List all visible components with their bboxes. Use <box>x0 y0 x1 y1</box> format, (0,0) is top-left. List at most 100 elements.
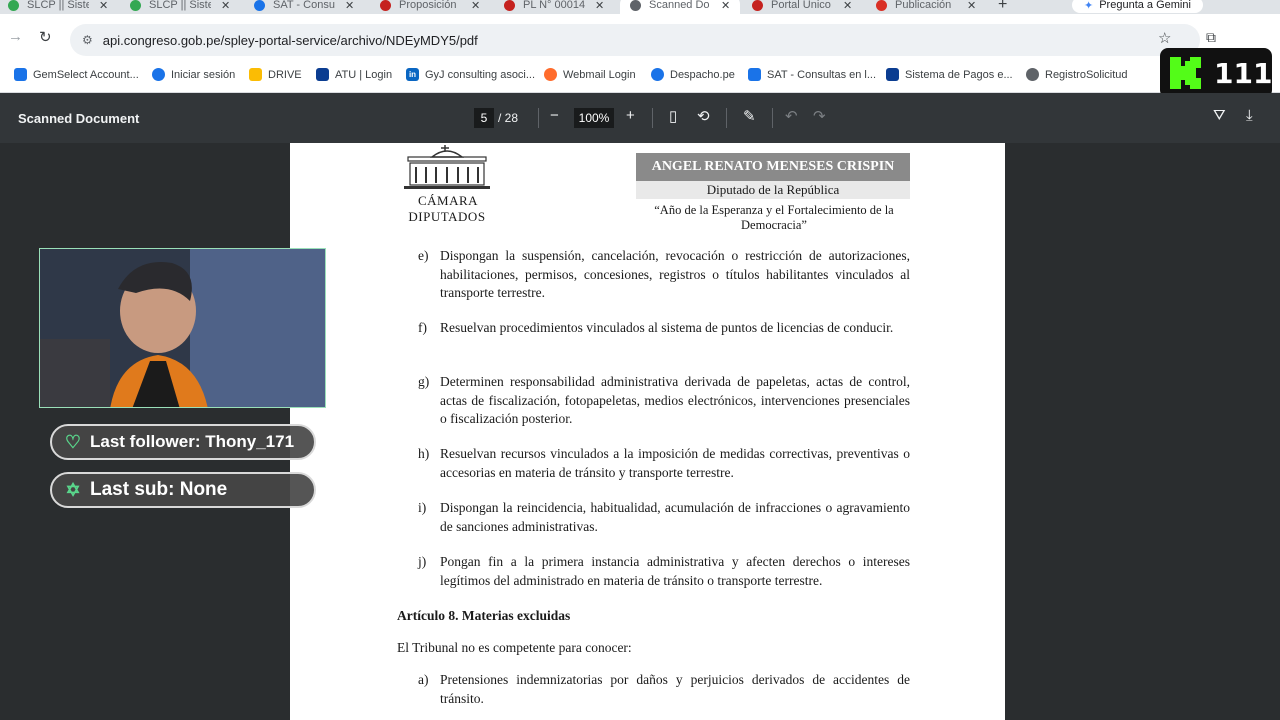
bookmark-gemselect[interactable]: GemSelect Account... <box>14 68 139 81</box>
tab-2[interactable]: SLCP || Sistem ✕ <box>130 0 230 14</box>
bookmark-sat[interactable]: SAT - Consultas en l... <box>748 68 876 81</box>
globe-icon <box>630 0 641 11</box>
bookmark-registro[interactable]: RegistroSolicitud <box>1026 68 1128 81</box>
tab-title: Proposición <box>399 0 457 11</box>
page-total: / 28 <box>498 111 519 125</box>
new-tab-button[interactable]: + <box>998 0 1007 14</box>
item-letter: e) <box>418 248 429 263</box>
close-icon[interactable]: ✕ <box>843 0 852 12</box>
item-letter: g) <box>418 374 430 389</box>
list-item: a) Pretensiones indemnizatorias por daño… <box>418 671 910 708</box>
chamber-name-line1: CÁMARA <box>417 193 479 208</box>
list-item: f) Resuelvan procedimientos vinculados a… <box>418 319 910 338</box>
heart-icon: ♡ <box>64 431 82 452</box>
bookmark-webmail[interactable]: Webmail Login <box>544 68 636 81</box>
item-text: Pongan fin a la primera instancia admini… <box>440 554 910 588</box>
last-sub-text: Last sub: None <box>90 479 228 500</box>
rotate-icon[interactable]: ⟲ <box>697 107 710 125</box>
bookmark-label: Webmail Login <box>563 68 636 81</box>
deputy-name: ANGEL RENATO MENESES CRISPIN <box>636 153 910 181</box>
divider <box>538 108 539 128</box>
tab-1[interactable]: SLCP || Sistem ✕ <box>8 0 108 14</box>
bookmarks-bar: GemSelect Account... Iniciar sesión DRIV… <box>0 60 1280 93</box>
address-bar[interactable]: ⚙ api.congreso.gob.pe/spley-portal-servi… <box>70 24 1200 56</box>
tab-title: SLCP || Sistem <box>149 0 211 11</box>
close-icon[interactable]: ✕ <box>967 0 976 12</box>
download-icon[interactable]: ⤓ <box>1246 107 1253 124</box>
cpanel-icon <box>544 68 557 81</box>
bookmark-drive[interactable]: DRIVE <box>249 68 302 81</box>
star-icon: ✡ <box>65 479 81 500</box>
tab-title: Scanned Do <box>649 0 710 11</box>
tab-7[interactable]: Portal Único ✕ <box>752 0 852 14</box>
item-text: Dispongan la suspensión, cancelación, re… <box>440 248 910 300</box>
annotate-icon[interactable]: ✎ <box>743 107 756 125</box>
check-icon <box>130 0 141 11</box>
article-heading: Artículo 8. Materias excluidas <box>397 608 571 623</box>
portal-icon <box>752 0 763 11</box>
fit-page-icon[interactable]: ▯ <box>669 107 677 125</box>
chamber-crest: CÁMARA DIPUTADOS <box>402 143 492 231</box>
screen: SLCP || Sistem ✕ SLCP || Sistem ✕ SAT - … <box>0 0 1280 720</box>
tab-strip: SLCP || Sistem ✕ SLCP || Sistem ✕ SAT - … <box>0 0 1280 14</box>
webcam-overlay <box>39 248 326 408</box>
page-number-input[interactable]: 5 <box>474 108 494 128</box>
sat-icon <box>748 68 761 81</box>
divider <box>772 108 773 128</box>
item-letter: a) <box>418 672 429 687</box>
bookmark-label: RegistroSolicitud <box>1045 68 1128 81</box>
url-text[interactable]: api.congreso.gob.pe/spley-portal-service… <box>103 33 478 48</box>
atu-logo-icon <box>886 68 899 81</box>
close-icon[interactable]: ✕ <box>721 0 730 12</box>
bookmark-atu[interactable]: ATU | Login <box>316 68 392 81</box>
tab-title: Portal Único <box>771 0 831 11</box>
close-icon[interactable]: ✕ <box>99 0 108 12</box>
gemini-button[interactable]: ✦ Pregunta a Gemini <box>1072 0 1203 13</box>
drive-save-icon[interactable]: ⛛ <box>1213 107 1226 124</box>
last-sub-alert: ✡ Last sub: None <box>50 472 316 508</box>
tab-active[interactable]: Scanned Do ✕ <box>620 0 741 14</box>
extensions-icon[interactable]: ⧉ <box>1206 29 1216 46</box>
close-icon[interactable]: ✕ <box>221 0 230 12</box>
list-item: g) Determinen responsabilidad administra… <box>418 373 910 429</box>
bookmark-iniciar-sesion[interactable]: Iniciar sesión <box>152 68 235 81</box>
tab-4[interactable]: Proposición ✕ <box>380 0 480 14</box>
site-info-icon[interactable]: ⚙ <box>82 33 93 47</box>
item-letter: f) <box>418 320 427 335</box>
chamber-name-line2: DIPUTADOS <box>408 209 486 224</box>
tab-3[interactable]: SAT - Consulta ✕ <box>254 0 354 14</box>
close-icon[interactable]: ✕ <box>471 0 480 12</box>
zoom-out-icon[interactable]: − <box>550 107 559 124</box>
item-letter: h) <box>418 446 430 461</box>
bookmark-star-icon[interactable]: ☆ <box>1158 29 1171 47</box>
kick-logo-icon <box>1168 55 1204 91</box>
bookmark-sistema-pagos[interactable]: Sistema de Pagos e... <box>886 68 1013 81</box>
forward-icon[interactable]: → <box>8 28 23 45</box>
tab-title: Publicación <box>895 0 952 11</box>
congress-icon <box>504 0 515 11</box>
check-icon <box>8 0 19 11</box>
redo-icon[interactable]: ↷ <box>813 107 826 125</box>
bookmark-gyj[interactable]: in GyJ consulting asoci... <box>406 68 535 81</box>
reload-icon[interactable]: ↻ <box>39 28 52 46</box>
publication-icon <box>876 0 887 11</box>
bookmark-label: SAT - Consultas en l... <box>767 68 877 81</box>
browser-toolbar: → ↻ ⚙ api.congreso.gob.pe/spley-portal-s… <box>0 14 1280 60</box>
zoom-input[interactable]: 100% <box>574 108 614 128</box>
close-icon[interactable]: ✕ <box>595 0 604 12</box>
close-icon[interactable]: ✕ <box>345 0 354 12</box>
kick-badge: 111 <box>1160 48 1272 98</box>
tab-8[interactable]: Publicación ✕ <box>876 0 976 14</box>
tab-title: SAT - Consulta <box>273 0 335 11</box>
bookmark-label: ATU | Login <box>335 68 393 81</box>
item-letter: i) <box>418 500 427 515</box>
deputy-role: Diputado de la República <box>636 181 910 199</box>
zoom-in-icon[interactable]: + <box>626 107 635 124</box>
congress-icon <box>380 0 391 11</box>
last-follower-text: Last follower: Thony_171 <box>90 432 295 451</box>
wrench-icon <box>14 68 27 81</box>
tab-5[interactable]: PL N° 00014 ✕ <box>504 0 604 14</box>
bookmark-despacho[interactable]: Despacho.pe <box>651 68 735 81</box>
undo-icon[interactable]: ↶ <box>785 107 798 125</box>
divider <box>652 108 653 128</box>
